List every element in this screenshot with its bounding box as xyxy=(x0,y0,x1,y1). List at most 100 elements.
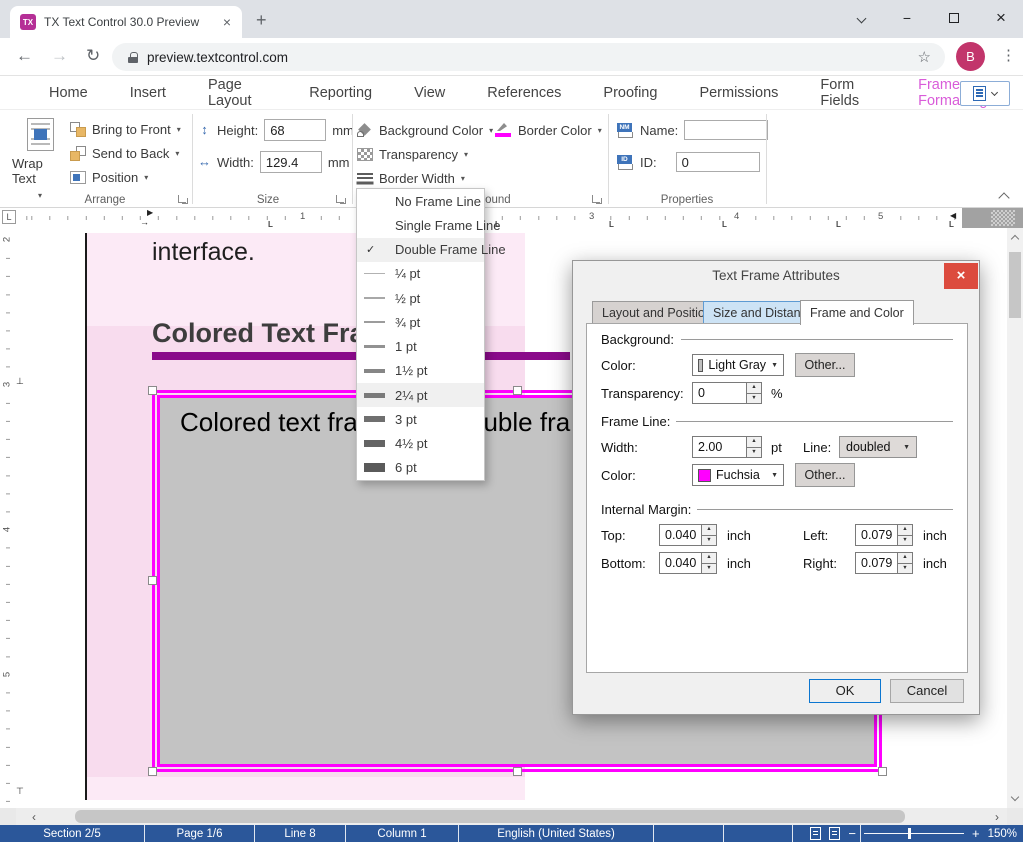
border-width-button[interactable]: Border Width ▾ xyxy=(357,167,465,189)
background-color-combobox[interactable]: Light Gray ▼ xyxy=(692,354,784,376)
ribbon-view-switch-button[interactable] xyxy=(960,81,1010,106)
selection-handle[interactable] xyxy=(513,386,522,395)
frame-color-combobox[interactable]: Fuchsia ▼ xyxy=(692,464,784,486)
window-close-icon[interactable]: × xyxy=(986,6,1016,30)
scroll-left-icon[interactable]: ‹ xyxy=(32,810,36,824)
border-color-button[interactable]: Border Color ▾ xyxy=(495,119,602,141)
bottom-margin-spinner[interactable]: 0.040 ▲▼ xyxy=(659,552,717,574)
ribbon-tab-reporting[interactable]: Reporting xyxy=(288,77,393,108)
id-input[interactable] xyxy=(676,152,760,172)
reload-icon[interactable]: ↻ xyxy=(86,46,100,66)
document-paragraph[interactable]: interface. xyxy=(152,238,255,267)
zoom-slider[interactable] xyxy=(864,833,964,834)
menu-item[interactable]: ¾ pt xyxy=(357,310,484,334)
menu-item[interactable]: 1 pt xyxy=(357,335,484,359)
selection-handle[interactable] xyxy=(513,767,522,776)
zoom-level[interactable]: 150% xyxy=(988,828,1017,840)
menu-item[interactable]: 4½ pt xyxy=(357,432,484,456)
menu-item[interactable]: ½ pt xyxy=(357,286,484,310)
cancel-button[interactable]: Cancel xyxy=(890,679,964,703)
frame-color-other-button[interactable]: Other... xyxy=(795,463,855,487)
background-other-button[interactable]: Other... xyxy=(795,353,855,377)
ribbon-tab-permissions[interactable]: Permissions xyxy=(678,77,799,108)
frame-width-spinner[interactable]: 2.00 ▲▼ xyxy=(692,436,762,458)
first-line-indent-marker[interactable]: ▶ xyxy=(147,208,153,217)
menu-item[interactable]: 1½ pt xyxy=(357,359,484,383)
url-bar[interactable]: preview.textcontrol.com ☆ xyxy=(112,43,945,71)
ribbon-tab-proofing[interactable]: Proofing xyxy=(582,77,678,108)
ribbon-tab-view[interactable]: View xyxy=(393,77,466,108)
dialog-tab-frame-color[interactable]: Frame and Color xyxy=(800,300,914,325)
line-style-combobox[interactable]: doubled ▼ xyxy=(839,436,917,458)
tab-close-icon[interactable]: × xyxy=(220,14,234,30)
ruler-corner-tab-button[interactable]: L xyxy=(2,210,16,224)
transparency-spinner[interactable]: 0 ▲▼ xyxy=(692,382,762,404)
arrange-dialog-launcher-icon[interactable] xyxy=(178,195,188,205)
size-dialog-launcher-icon[interactable] xyxy=(336,195,346,205)
menu-item[interactable]: No Frame Line xyxy=(357,189,484,213)
top-margin-spinner[interactable]: 0.040 ▲▼ xyxy=(659,524,717,546)
background-dialog-launcher-icon[interactable] xyxy=(592,195,602,205)
fit-width-icon[interactable] xyxy=(829,827,840,840)
window-menu-chevron-icon[interactable] xyxy=(846,6,876,30)
right-indent-marker[interactable]: ◀ xyxy=(950,211,956,220)
profile-avatar[interactable]: B xyxy=(956,42,985,71)
selection-handle[interactable] xyxy=(148,576,157,585)
window-maximize-icon[interactable] xyxy=(939,6,969,30)
tab-stop-marker[interactable]: L xyxy=(609,220,614,229)
url-text[interactable]: preview.textcontrol.com xyxy=(147,50,918,65)
height-input[interactable] xyxy=(264,119,326,141)
menu-item-selected[interactable]: ✓Double Frame Line xyxy=(357,238,484,262)
collapse-ribbon-icon[interactable] xyxy=(998,192,1009,203)
vertical-ruler[interactable]: 2 3 4 5 6 xyxy=(0,228,16,808)
right-margin-spinner[interactable]: 0.079 ▲▼ xyxy=(855,552,913,574)
zoom-in-icon[interactable]: + xyxy=(972,826,980,841)
window-minimize-icon[interactable]: − xyxy=(892,6,922,30)
wrap-text-button[interactable]: Wrap Text ▾ xyxy=(12,114,68,200)
zoom-slider-thumb[interactable] xyxy=(908,828,911,839)
zoom-out-icon[interactable]: − xyxy=(848,826,856,841)
back-icon[interactable]: ← xyxy=(16,46,33,66)
background-color-button[interactable]: Background Color ▾ xyxy=(357,119,493,141)
name-input[interactable] xyxy=(684,120,768,140)
vertical-scrollbar-thumb[interactable] xyxy=(1009,252,1021,318)
left-margin-spinner[interactable]: 0.079 ▲▼ xyxy=(855,524,913,546)
tab-stop-marker[interactable]: L xyxy=(722,220,727,229)
bring-to-front-button[interactable]: Bring to Front ▾ xyxy=(70,118,181,140)
menu-item[interactable]: 6 pt xyxy=(357,456,484,480)
menu-item[interactable]: ¼ pt xyxy=(357,262,484,286)
scroll-right-icon[interactable]: › xyxy=(995,810,999,824)
ribbon-tab-form-fields[interactable]: Form Fields xyxy=(799,69,897,116)
horizontal-scrollbar[interactable]: ‹ › xyxy=(16,808,1007,825)
browser-tab[interactable]: TX TX Text Control 30.0 Preview × xyxy=(10,6,242,38)
ribbon-tab-page-layout[interactable]: Page Layout xyxy=(187,69,288,116)
scroll-up-icon[interactable] xyxy=(1011,235,1019,243)
forward-icon[interactable]: → xyxy=(51,46,68,66)
ribbon-tab-insert[interactable]: Insert xyxy=(109,77,187,108)
browser-menu-dots-icon[interactable]: ⋮ xyxy=(1001,46,1016,64)
left-indent-marker[interactable]: → xyxy=(140,217,149,227)
dialog-close-icon[interactable]: × xyxy=(944,263,978,289)
scroll-down-icon[interactable] xyxy=(1011,793,1019,801)
menu-item-highlighted[interactable]: 2¼ pt xyxy=(357,383,484,407)
transparency-button[interactable]: Transparency ▾ xyxy=(357,143,468,165)
menu-item[interactable]: Single Frame Line xyxy=(357,213,484,237)
ribbon-tab-references[interactable]: References xyxy=(466,77,582,108)
bottom-margin-marker[interactable]: ⊤ xyxy=(16,786,24,797)
tab-stop-marker[interactable]: L xyxy=(268,220,273,229)
tab-stop-marker[interactable]: L xyxy=(836,220,841,229)
horizontal-scrollbar-thumb[interactable] xyxy=(75,810,905,823)
tab-stop-marker[interactable]: L xyxy=(949,220,954,229)
selection-handle[interactable] xyxy=(878,767,887,776)
new-tab-button[interactable]: + xyxy=(256,10,267,31)
menu-item[interactable]: 3 pt xyxy=(357,407,484,431)
vertical-scrollbar[interactable] xyxy=(1007,228,1023,808)
width-input[interactable] xyxy=(260,151,322,173)
selection-handle[interactable] xyxy=(148,386,157,395)
send-to-back-button[interactable]: Send to Back ▾ xyxy=(70,142,179,164)
top-margin-marker[interactable]: ⊥ xyxy=(16,376,24,387)
selection-handle[interactable] xyxy=(148,767,157,776)
ribbon-tab-home[interactable]: Home xyxy=(28,77,109,108)
bookmark-star-icon[interactable]: ☆ xyxy=(918,48,931,66)
ok-button[interactable]: OK xyxy=(809,679,881,703)
